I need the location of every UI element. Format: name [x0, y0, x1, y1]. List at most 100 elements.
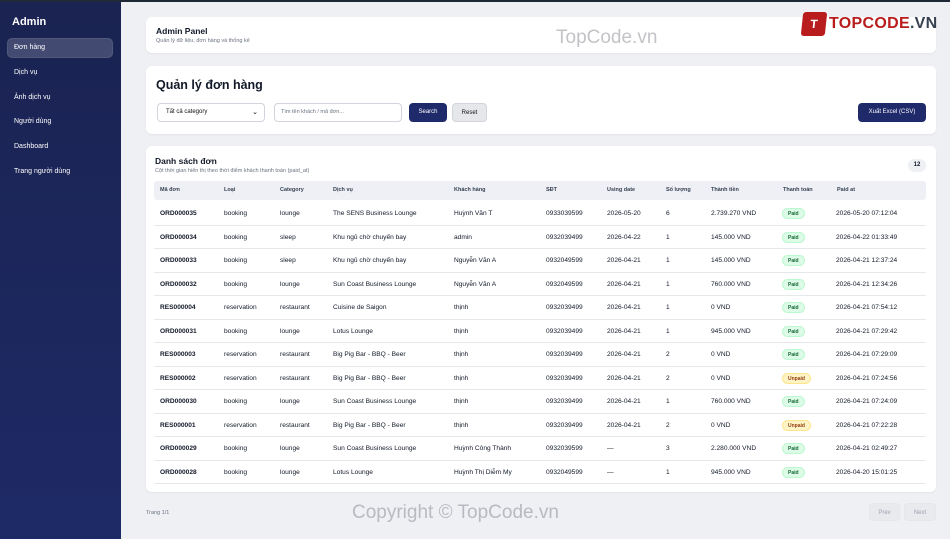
- cell-service: Sun Coast Business Lounge: [333, 445, 417, 452]
- cell-using-date: 2026-04-21: [607, 374, 641, 382]
- col-phone[interactable]: SĐT: [546, 181, 557, 200]
- table-row[interactable]: RES000004 reservation restaurant Cuisine de…: [154, 296, 926, 320]
- table-row[interactable]: ORD000031 booking lounge Lotus Lounge thịnh 0…: [154, 320, 926, 343]
- table-row[interactable]: ORD000033 booking sleep Khu ngủ chờ chuyến …: [154, 249, 926, 273]
- table-row[interactable]: ORD000035 booking lounge The SENS Business …: [154, 202, 926, 226]
- prev-button[interactable]: Prev: [869, 503, 900, 521]
- cell-paid-at: 2026-04-21 07:54:12: [836, 304, 898, 311]
- cell-total: 0 VND: [711, 304, 731, 311]
- col-quantity[interactable]: Số lượng: [666, 181, 691, 200]
- col-paid-at[interactable]: Paid at: [837, 181, 855, 200]
- cell-phone: 0932039499: [546, 304, 583, 311]
- cell-phone: 0932039499: [546, 327, 583, 335]
- payment-status-badge: Paid: [782, 396, 805, 407]
- category-select[interactable]: Tất cả category ⌄: [157, 103, 265, 122]
- cell-total: 145.000 VND: [711, 257, 751, 264]
- cell-using-date: 2026-04-21: [607, 280, 641, 288]
- table-row[interactable]: RES000003 reservation restaurant Big Pig Ba…: [154, 343, 926, 367]
- payment-status-badge: Paid: [782, 349, 805, 360]
- table-row[interactable]: RES000001 reservation restaurant Big Pig Ba…: [154, 414, 926, 437]
- cell-using-date: 2026-05-20: [607, 210, 641, 217]
- cell-order-id: RES000004: [160, 304, 196, 311]
- export-csv-button[interactable]: Xuất Excel (CSV): [858, 103, 926, 122]
- reset-button[interactable]: Reset: [452, 103, 487, 122]
- sidebar-item-service-images[interactable]: Ảnh dịch vụ: [7, 88, 113, 108]
- sidebar-item-user-page[interactable]: Trang người dùng: [7, 162, 113, 182]
- cell-category: lounge: [280, 210, 300, 217]
- cell-service: Big Pig Bar - BBQ - Beer: [333, 421, 406, 429]
- cell-using-date: 2026-04-21: [607, 327, 641, 335]
- table-row[interactable]: ORD000029 booking lounge Sun Coast Business…: [154, 437, 926, 461]
- cell-paid-at: 2026-04-22 01:33:49: [836, 233, 898, 241]
- next-button[interactable]: Next: [904, 503, 936, 521]
- cell-paid-at: 2026-04-21 12:37:24: [836, 257, 898, 264]
- cell-paid-at: 2026-04-21 02:49:27: [836, 445, 898, 452]
- cell-paid-at: 2026-04-21 12:34:26: [836, 280, 898, 288]
- cell-customer: Nguyễn Văn A: [454, 280, 497, 288]
- cell-quantity: 1: [666, 327, 670, 335]
- table-row[interactable]: ORD000030 booking lounge Sun Coast Business…: [154, 390, 926, 414]
- payment-status-badge: Paid: [782, 278, 805, 290]
- table-row[interactable]: RES000002 reservation restaurant Big Pig Ba…: [154, 367, 926, 390]
- cell-total: 945.000 VND: [711, 327, 751, 335]
- col-total[interactable]: Thành tiền: [711, 181, 739, 200]
- col-order-id[interactable]: Mã đơn: [160, 181, 180, 200]
- table-row[interactable]: ORD000028 booking lounge Lotus Lounge Huỳnh …: [154, 461, 926, 484]
- sidebar-item-dashboard[interactable]: Dashboard: [7, 137, 113, 157]
- cell-quantity: 1: [666, 257, 670, 264]
- payment-status-badge: Paid: [782, 443, 805, 454]
- cell-phone: 0932039499: [546, 421, 583, 429]
- cell-phone: 0932039599: [546, 445, 583, 452]
- search-input[interactable]: Tìm tên khách / mã đơn...: [274, 103, 402, 122]
- cell-quantity: 2: [666, 421, 670, 429]
- cell-type: reservation: [224, 374, 257, 382]
- search-button[interactable]: Search: [409, 103, 447, 122]
- cell-total: 145.000 VND: [711, 233, 751, 241]
- page-info: Trang 1/1: [146, 510, 170, 516]
- col-category[interactable]: Category: [280, 181, 304, 200]
- cell-order-id: ORD000030: [160, 398, 197, 405]
- cell-total: 0 VND: [711, 351, 731, 358]
- cell-customer: thịnh: [454, 351, 469, 358]
- cell-paid-at: 2026-04-21 07:24:09: [836, 398, 898, 405]
- cell-total: 945.000 VND: [711, 468, 751, 476]
- cell-customer: Huỳnh Thị Diễm My: [454, 468, 512, 476]
- cell-customer: thịnh: [454, 327, 469, 335]
- cell-type: booking: [224, 257, 248, 264]
- cell-service: Big Pig Bar - BBQ - Beer: [333, 374, 406, 382]
- cell-phone: 0932049599: [546, 468, 583, 476]
- cell-service: Lotus Lounge: [333, 327, 373, 335]
- cell-using-date: 2026-04-21: [607, 304, 641, 311]
- col-type[interactable]: Loại: [224, 181, 235, 200]
- count-badge: 12: [908, 159, 926, 172]
- cell-phone: 0932039499: [546, 233, 583, 241]
- cell-type: booking: [224, 233, 248, 241]
- cell-total: 760.000 VND: [711, 280, 751, 288]
- payment-status-badge: Paid: [782, 466, 805, 478]
- cell-service: Sun Coast Business Lounge: [333, 398, 417, 405]
- cell-using-date: —: [607, 445, 614, 452]
- header-subtitle: Quản lý dữ liệu, đơn hàng và thống kê: [156, 38, 250, 44]
- col-using-date[interactable]: Using date: [607, 181, 635, 200]
- cell-customer: thịnh: [454, 304, 469, 311]
- cell-quantity: 1: [666, 280, 670, 288]
- table-row[interactable]: ORD000034 booking sleep Khu ngủ chờ chuyến …: [154, 226, 926, 249]
- col-service[interactable]: Dịch vụ: [333, 181, 353, 200]
- cell-using-date: 2026-04-21: [607, 421, 641, 429]
- cell-type: reservation: [224, 304, 257, 311]
- col-payment[interactable]: Thanh toán: [783, 181, 813, 200]
- cell-category: sleep: [280, 257, 296, 264]
- orders-table-card: Danh sách đơn Cột thời gian hiển thị the…: [146, 146, 936, 492]
- page-title: Quản lý đơn hàng: [156, 78, 263, 92]
- sidebar-item-users[interactable]: Người dùng: [7, 112, 113, 132]
- cell-service: Lotus Lounge: [333, 468, 373, 476]
- table-header: Mã đơn Loại Category Dịch vụ Khách hàng …: [154, 181, 926, 200]
- payment-status-badge: Unpaid: [782, 372, 811, 384]
- table-row[interactable]: ORD000032 booking lounge Sun Coast Business…: [154, 273, 926, 296]
- col-customer[interactable]: Khách hàng: [454, 181, 485, 200]
- cell-customer: Huỳnh Công Thành: [454, 445, 512, 452]
- cell-total: 0 VND: [711, 374, 731, 382]
- sidebar-item-orders[interactable]: Đơn hàng: [7, 38, 113, 58]
- sidebar-item-services[interactable]: Dịch vụ: [7, 63, 113, 83]
- payment-status-badge: Unpaid: [782, 419, 811, 431]
